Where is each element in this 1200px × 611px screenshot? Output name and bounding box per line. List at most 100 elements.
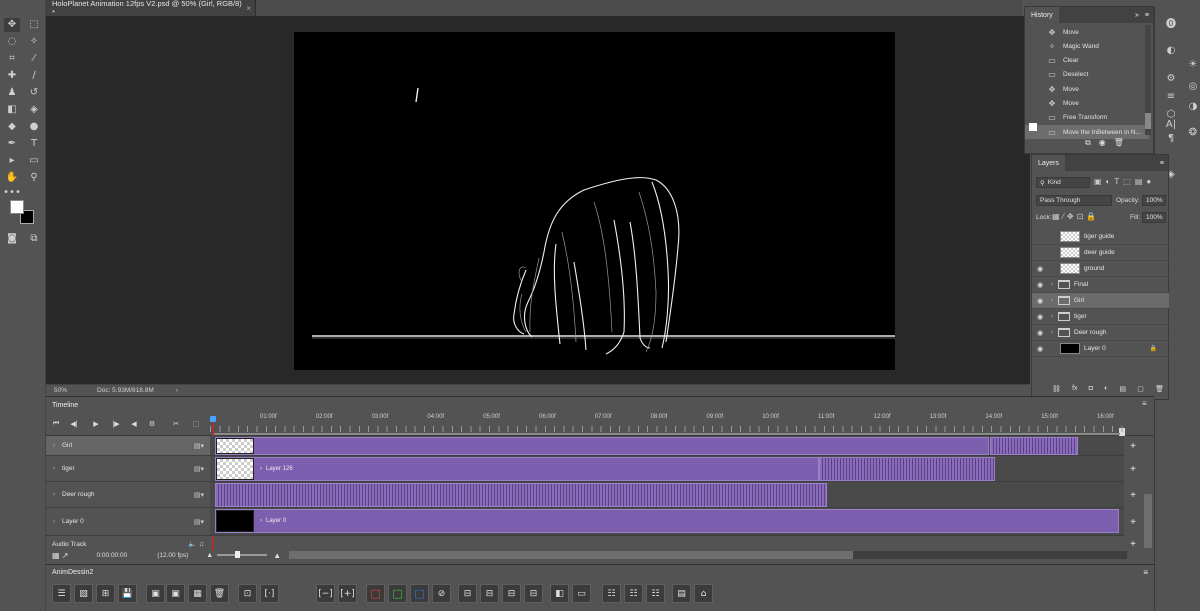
export-icon[interactable]: ▤: [672, 584, 691, 603]
layer-filter-icons[interactable]: ▣◐T⬚▤●: [1094, 177, 1155, 186]
copy-icon[interactable]: ⊟: [458, 584, 477, 603]
panel-menu-icon[interactable]: ≡: [1143, 568, 1148, 577]
panel-icon[interactable]: ▭: [572, 584, 591, 603]
zoom-out-icon[interactable]: ▲: [206, 552, 213, 559]
video-clip[interactable]: [215, 437, 989, 455]
film-icon[interactable]: ▤▾: [194, 442, 204, 450]
video-clip[interactable]: › Layer 0: [215, 509, 1119, 533]
tab-timeline[interactable]: Timeline: [46, 398, 86, 412]
bucket-tool-icon[interactable]: ◈: [26, 103, 42, 117]
frame-strip[interactable]: [990, 437, 1078, 455]
blur-tool-icon[interactable]: ◆: [4, 120, 20, 134]
doc-icon[interactable]: ☷: [624, 584, 643, 603]
new-layer-icon[interactable]: ▢: [1137, 385, 1144, 393]
opacity-field[interactable]: 100%: [1142, 195, 1166, 206]
screen-mode-icon[interactable]: ⧉: [26, 232, 42, 246]
move-tool-icon[interactable]: ✥: [4, 18, 20, 32]
artboard[interactable]: [294, 32, 895, 370]
history-item[interactable]: ✥ Move: [1025, 25, 1149, 39]
lasso-tool-icon[interactable]: ◌: [4, 35, 20, 49]
eye-icon[interactable]: ◉: [1032, 297, 1048, 305]
crop-tool-icon[interactable]: ⌗: [4, 52, 20, 66]
tab-animdessin[interactable]: AnimDessin2: [52, 569, 93, 576]
document-tab[interactable]: HoloPlanet Animation 12fps V2.psd @ 50% …: [46, 0, 256, 17]
trash-icon[interactable]: 🗑: [1114, 138, 1124, 150]
frame-select-icon[interactable]: ⊡: [238, 584, 257, 603]
track-header[interactable]: › tiger ▤▾: [46, 456, 210, 482]
tracks-vertical-scrollbar[interactable]: [1144, 494, 1152, 548]
styles-icon[interactable]: ◑: [1183, 98, 1200, 114]
layer-row[interactable]: ◉ › Final: [1032, 277, 1169, 293]
frame-strip[interactable]: [215, 483, 827, 507]
camera-icon[interactable]: ◉: [1099, 138, 1106, 150]
eraser-tool-icon[interactable]: ◧: [4, 103, 20, 117]
clip-expand-icon[interactable]: ›: [260, 466, 262, 472]
disclosure-icon[interactable]: ›: [1048, 282, 1056, 288]
type-tool-icon[interactable]: T: [26, 137, 42, 151]
history-item[interactable]: ✧ Magic Wand: [1025, 39, 1149, 53]
timeline-scroll-thumb[interactable]: [289, 551, 854, 559]
prev-frame-icon[interactable]: ◀|: [68, 418, 80, 430]
group-icon[interactable]: ▤: [1120, 385, 1127, 393]
onion-skin-icon[interactable]: ⊟: [524, 584, 543, 603]
status-menu-arrow[interactable]: ›: [176, 387, 178, 394]
eye-icon[interactable]: ◉: [1032, 329, 1048, 337]
film-icon[interactable]: ▤▾: [194, 491, 204, 499]
lightbulb-icon[interactable]: ☀: [1183, 56, 1200, 72]
libraries-icon[interactable]: ❂: [1183, 124, 1200, 140]
film-icon[interactable]: ▤▾: [194, 518, 204, 526]
history-scroll-thumb[interactable]: [1145, 113, 1151, 129]
frames-icon[interactable]: ▧: [74, 584, 93, 603]
blend-mode-select[interactable]: Pass Through: [1036, 195, 1112, 206]
zoom-in-icon[interactable]: ▲: [273, 551, 281, 560]
clip-expand-icon[interactable]: ›: [260, 518, 262, 524]
timeline-scrollbar[interactable]: [289, 551, 1128, 559]
adjust-icon[interactable]: ◐: [1161, 42, 1181, 58]
marquee-tool-icon[interactable]: ⬚: [26, 18, 42, 32]
track-header[interactable]: › Girl ▤▾: [46, 436, 210, 456]
brush-tool-icon[interactable]: ∕: [26, 69, 42, 83]
next-frame-icon[interactable]: |▶: [110, 418, 122, 430]
adjustment-icon[interactable]: ◐: [1104, 385, 1108, 393]
pen-tool-icon[interactable]: ✒: [4, 137, 20, 151]
history-item[interactable]: ▭ Deselect: [1025, 68, 1149, 82]
shape-tool-icon[interactable]: ▭: [26, 154, 42, 168]
audio-icon[interactable]: 🔈 ♫: [188, 540, 204, 548]
dodge-tool-icon[interactable]: ●: [26, 120, 42, 134]
history-item[interactable]: ▭ Clear: [1025, 54, 1149, 68]
tab-layers[interactable]: Layers: [1032, 155, 1066, 171]
panel-menu-icon[interactable]: ≡: [1160, 160, 1164, 167]
tab-history[interactable]: History: [1025, 7, 1059, 23]
mask-icon[interactable]: ◘: [1089, 385, 1093, 393]
eyedropper-icon[interactable]: ⁄: [26, 52, 42, 66]
disclosure-icon[interactable]: ›: [46, 466, 62, 472]
shorten-icon[interactable]: [−]: [316, 584, 335, 603]
red-label-button[interactable]: □: [366, 584, 385, 603]
notes-icon[interactable]: ☷: [646, 584, 665, 603]
zoom-tool-icon[interactable]: ⚲: [26, 171, 42, 185]
trash-icon[interactable]: 🗑: [1155, 385, 1164, 393]
settings-icon[interactable]: ⚙: [146, 418, 158, 430]
video-clip[interactable]: › Layer 126: [215, 457, 819, 481]
delete-frame-icon[interactable]: 🗑: [210, 584, 229, 603]
convert-icon[interactable]: ▦ ↗: [52, 551, 68, 560]
paragraph-icon[interactable]: ¶: [1161, 130, 1181, 146]
new-snapshot-icon[interactable]: ⧉: [1085, 138, 1091, 150]
lock-icons[interactable]: ▦∕✥⊡🔒: [1052, 212, 1099, 221]
layer-row[interactable]: deer guide: [1032, 245, 1169, 261]
extend-icon[interactable]: [+]: [338, 584, 357, 603]
duplicate-frame-icon[interactable]: ▦: [188, 584, 207, 603]
panel-menu-icon[interactable]: ≡: [1142, 399, 1147, 408]
disclosure-icon[interactable]: ›: [1048, 314, 1056, 320]
flip-icon[interactable]: ◧: [550, 584, 569, 603]
save-icon[interactable]: 💾: [118, 584, 137, 603]
transition-icon[interactable]: ⬚: [190, 418, 202, 430]
frame-strip[interactable]: [819, 457, 995, 481]
eye-icon[interactable]: ◉: [1032, 345, 1048, 353]
stamp-tool-icon[interactable]: ♟: [4, 86, 20, 100]
zoom-slider-thumb[interactable]: [235, 551, 241, 558]
add-frame-before-icon[interactable]: ▣: [146, 584, 165, 603]
disclosure-icon[interactable]: ›: [46, 443, 62, 449]
swatches-icon[interactable]: ◎: [1183, 78, 1200, 94]
background-color-swatch[interactable]: [10, 200, 24, 214]
